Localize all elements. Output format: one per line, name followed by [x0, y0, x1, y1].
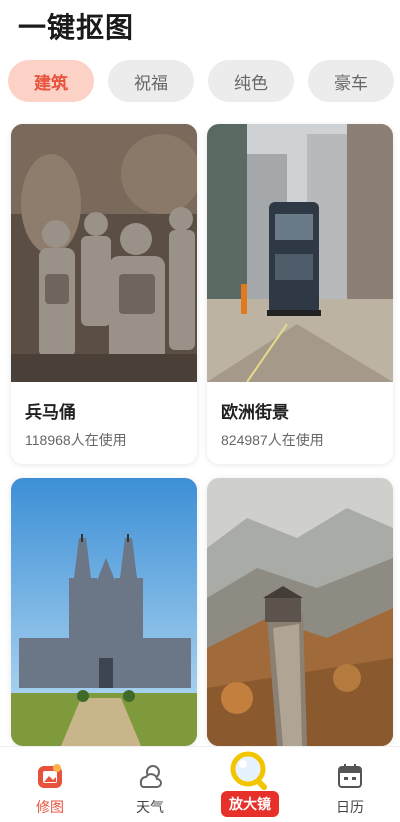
- tab-luxury-car[interactable]: 豪车: [308, 60, 394, 102]
- nav-label: 天气: [136, 799, 164, 815]
- card-usage-count: 824987人在使用: [221, 432, 324, 448]
- category-tabs: 建筑 祝福 纯色 豪车: [0, 60, 400, 104]
- template-card-great-wall[interactable]: [207, 478, 393, 746]
- weather-icon: [135, 761, 165, 791]
- nav-item-calendar[interactable]: 日历: [310, 747, 390, 822]
- template-card-street[interactable]: 欧洲街景 824987人在使用: [207, 124, 393, 464]
- cathedral-image: [11, 478, 197, 746]
- page-title: 一键抠图: [18, 12, 135, 43]
- magnifier-icon: [228, 749, 272, 793]
- street-image: [207, 124, 393, 382]
- photo-edit-icon: [35, 761, 65, 791]
- tab-blessing[interactable]: 祝福: [108, 60, 194, 102]
- tab-architecture[interactable]: 建筑: [8, 60, 94, 102]
- terracotta-image: [11, 124, 197, 382]
- card-usage-count: 118968人在使用: [25, 432, 127, 448]
- tab-solid-color[interactable]: 纯色: [208, 60, 294, 102]
- template-card-terracotta[interactable]: 兵马俑 118968人在使用: [11, 124, 197, 464]
- card-title: 兵马俑: [25, 403, 76, 422]
- nav-label: 修图: [36, 799, 64, 815]
- bottom-nav: 修图 天气 放大镜 日历: [0, 746, 400, 822]
- great-wall-image: [207, 478, 393, 746]
- nav-item-photo-edit[interactable]: 修图: [10, 747, 90, 822]
- magnifier-badge: 放大镜: [221, 791, 279, 817]
- template-card-cathedral[interactable]: [11, 478, 197, 746]
- nav-item-magnifier[interactable]: 放大镜: [210, 747, 290, 822]
- nav-label: 日历: [336, 799, 364, 815]
- nav-item-weather[interactable]: 天气: [110, 747, 190, 822]
- calendar-icon: [335, 761, 365, 791]
- card-title: 欧洲街景: [221, 403, 289, 422]
